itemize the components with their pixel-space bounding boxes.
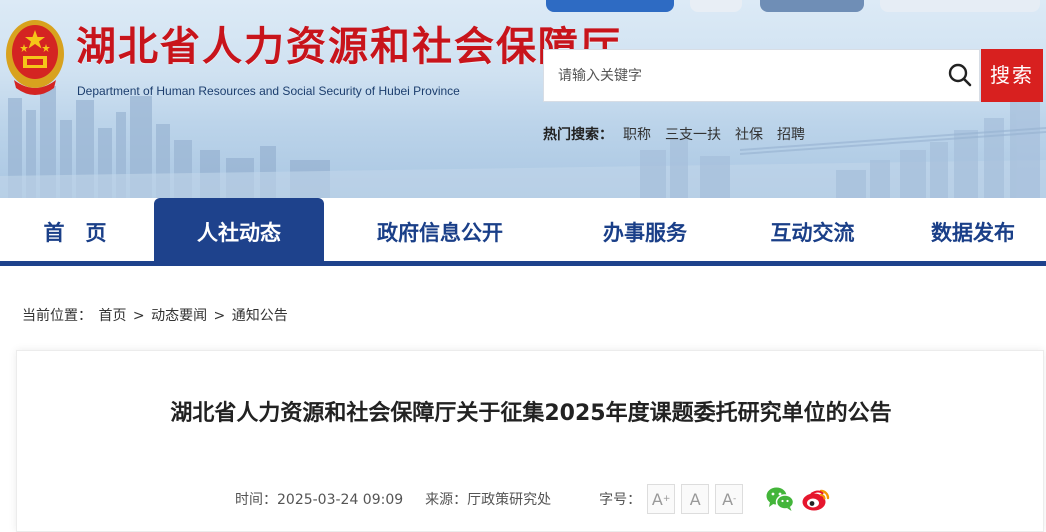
article-source: 来源：厅政策研究处 (425, 489, 551, 509)
top-link-stub[interactable] (760, 0, 864, 12)
search-box (543, 49, 980, 102)
font-size-increase-glyph: A (651, 489, 663, 509)
top-link-stub[interactable] (690, 0, 742, 12)
article-meta: 时间：2025-03-24 09:09 来源：厅政策研究处 字号： A + A A… (235, 481, 831, 517)
font-size-default-button[interactable]: A (681, 484, 710, 514)
publish-time: 时间：2025-03-24 09:09 (235, 489, 403, 509)
breadcrumb-separator: > (213, 308, 226, 324)
breadcrumb-home[interactable]: 首页 (98, 308, 126, 324)
national-emblem-icon (6, 20, 64, 95)
font-size-increase-button[interactable]: A + (647, 484, 676, 514)
publish-time-value: 2025-03-24 09:09 (277, 492, 404, 508)
breadcrumb: 当前位置： 首页 > 动态要闻 > 通知公告 (22, 305, 290, 325)
article-title: 湖北省人力资源和社会保障厅关于征集2025年度课题委托研究单位的公告 (170, 401, 892, 426)
breadcrumb-news[interactable]: 动态要闻 (151, 308, 207, 324)
publish-time-label: 时间： (235, 492, 277, 508)
site-title: 湖北省人力资源和社会保障厅 (76, 24, 622, 69)
hot-search-bar: 热门搜索： 职称 三支一扶 社保 招聘 (543, 124, 819, 144)
search-input[interactable] (558, 50, 938, 101)
font-size-default-glyph: A (689, 489, 701, 509)
hot-search-item[interactable]: 三支一扶 (665, 124, 721, 144)
hot-search-item[interactable]: 职称 (623, 124, 651, 144)
hot-search-label: 热门搜索： (543, 127, 613, 143)
nav-item-hr-news[interactable]: 人社动态 (154, 198, 324, 261)
nav-item-home[interactable]: 首 页 (0, 198, 150, 261)
source-value: 厅政策研究处 (467, 492, 552, 508)
article-card: 湖北省人力资源和社会保障厅关于征集2025年度课题委托研究单位的公告 时间：20… (16, 350, 1044, 532)
share-weibo-button[interactable] (801, 484, 831, 514)
main-nav: 首 页 人社动态 政府信息公开 办事服务 互动交流 数据发布 (0, 198, 1046, 266)
site-banner: 湖北省人力资源和社会保障厅 Department of Human Resour… (0, 0, 1046, 198)
breadcrumb-separator: > (132, 308, 145, 324)
font-size-decrease-glyph: A (722, 489, 734, 509)
nav-item-gov-info[interactable]: 政府信息公开 (340, 198, 540, 261)
top-link-stub[interactable] (546, 0, 674, 12)
nav-item-data[interactable]: 数据发布 (900, 198, 1046, 261)
wechat-icon (766, 487, 795, 511)
nav-item-services[interactable]: 办事服务 (560, 198, 730, 261)
site-subtitle: Department of Human Resources and Social… (77, 84, 460, 98)
font-size-decrease-button[interactable]: A- (715, 484, 744, 514)
breadcrumb-notices[interactable]: 通知公告 (232, 308, 288, 324)
top-link-stub[interactable] (880, 0, 1040, 12)
font-size-label: 字号： (599, 492, 642, 508)
hot-search-item[interactable]: 招聘 (777, 124, 805, 144)
source-label: 来源： (425, 492, 468, 508)
hot-search-item[interactable]: 社保 (735, 124, 763, 144)
nav-item-interaction[interactable]: 互动交流 (730, 198, 895, 261)
search-button[interactable]: 搜索 (981, 49, 1043, 102)
search-icon[interactable] (947, 62, 973, 88)
share-wechat-button[interactable] (765, 484, 795, 514)
breadcrumb-prefix: 当前位置： (22, 308, 92, 324)
weibo-icon (802, 489, 830, 511)
